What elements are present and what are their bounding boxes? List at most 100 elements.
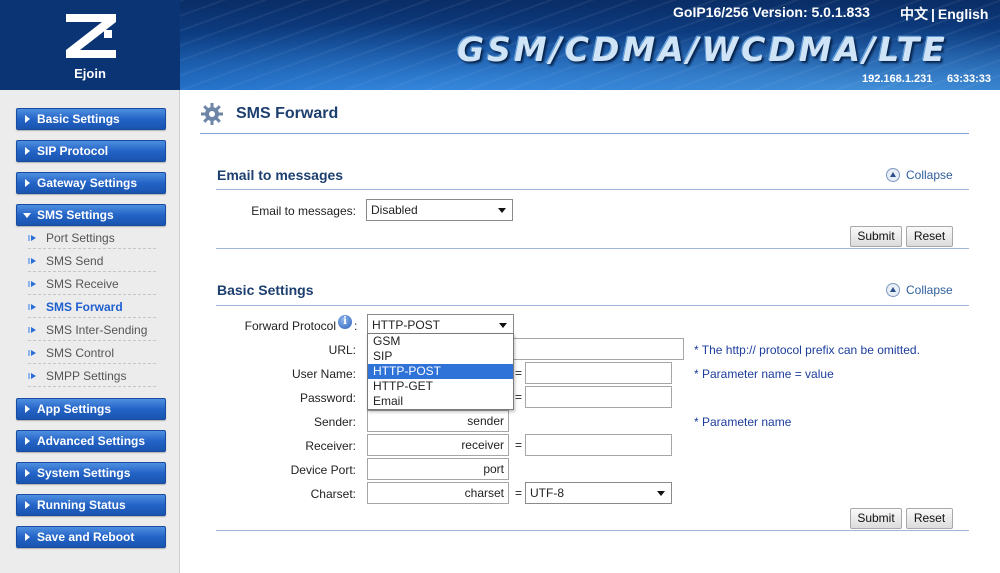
ip-address: 192.168.1.231 xyxy=(862,73,933,85)
device-port-label: Device Port: xyxy=(290,463,356,477)
sidebar-subitem-sms-receive[interactable]: SMS Receive xyxy=(28,273,156,295)
sidebar-subitem-sms-send[interactable]: SMS Send xyxy=(28,250,156,272)
password-value-input[interactable] xyxy=(525,386,672,408)
lang-chinese-link[interactable]: 中文 xyxy=(900,6,928,22)
subitem-label: SMS Receive xyxy=(46,277,119,291)
sender-input[interactable]: sender xyxy=(367,410,509,432)
sidebar-item-label: Basic Settings xyxy=(37,112,120,126)
sidebar-subitem-sms-forward[interactable]: SMS Forward xyxy=(28,296,156,318)
caret-down-icon xyxy=(657,491,665,496)
equals-sign: = xyxy=(515,366,523,380)
charset-label: Charset: xyxy=(310,487,356,501)
email-to-messages-select[interactable]: Disabled xyxy=(366,199,513,221)
select-value: HTTP-POST xyxy=(372,318,440,332)
sidebar-item-save-and-reboot[interactable]: Save and Reboot xyxy=(16,526,166,548)
colon: : xyxy=(354,319,358,333)
sidebar-subitem-port-settings[interactable]: Port Settings xyxy=(28,227,156,249)
param-hint: * Parameter name = value xyxy=(694,367,834,381)
divider xyxy=(216,189,969,190)
section-title-basic: Basic Settings xyxy=(217,282,314,298)
gear-icon xyxy=(201,103,223,125)
receiver-label: Receiver: xyxy=(305,439,356,453)
basic-submit-button[interactable]: Submit xyxy=(850,508,902,529)
url-hint: * The http:// protocol prefix can be omi… xyxy=(694,343,920,357)
email-reset-button[interactable]: Reset xyxy=(906,226,953,247)
divider xyxy=(216,305,969,306)
subitem-label: Port Settings xyxy=(46,231,115,245)
dropdown-option-gsm[interactable]: GSM xyxy=(368,334,513,349)
sidebar-item-sip-protocol[interactable]: SIP Protocol xyxy=(16,140,166,162)
lang-separator: | xyxy=(931,6,935,22)
dropdown-option-sip[interactable]: SIP xyxy=(368,349,513,364)
collapse-email-button[interactable]: Collapse xyxy=(886,168,953,182)
sidebar-subitem-smpp-settings[interactable]: SMPP Settings xyxy=(28,365,156,387)
subitem-label: SMS Inter-Sending xyxy=(46,323,148,337)
equals-sign: = xyxy=(515,486,523,500)
dropdown-option-http-get[interactable]: HTTP-GET xyxy=(368,379,513,394)
uptime-clock: 63:33:33 xyxy=(947,73,992,85)
forward-protocol-label: Forward Protocol xyxy=(244,319,336,333)
sidebar-item-label: Advanced Settings xyxy=(37,434,146,448)
collapse-label: Collapse xyxy=(906,168,953,182)
receiver-input[interactable]: receiver xyxy=(367,434,509,456)
divider xyxy=(216,248,969,249)
device-port-input[interactable]: port xyxy=(367,458,509,480)
bullet-icon xyxy=(28,373,36,379)
bullet-icon xyxy=(28,304,36,310)
equals-sign: = xyxy=(515,438,523,452)
logo-text: Ejoin xyxy=(74,66,106,81)
collapse-label: Collapse xyxy=(906,283,953,297)
divider xyxy=(216,530,969,531)
sidebar-item-label: App Settings xyxy=(37,402,111,416)
banner-title: GSM/CDMA/WCDMA/LTE xyxy=(457,30,948,69)
sidebar-subitem-sms-inter-sending[interactable]: SMS Inter-Sending xyxy=(28,319,156,341)
section-title-email: Email to messages xyxy=(217,167,344,183)
sidebar-subitem-sms-control[interactable]: SMS Control xyxy=(28,342,156,364)
chevron-down-icon xyxy=(23,213,31,218)
sidebar-item-system-settings[interactable]: System Settings xyxy=(16,462,166,484)
bullet-icon xyxy=(28,281,36,287)
email-to-messages-label: Email to messages: xyxy=(251,204,356,218)
dropdown-option-http-post[interactable]: HTTP-POST xyxy=(368,364,513,379)
dropdown-option-email[interactable]: Email xyxy=(368,394,513,409)
basic-reset-button[interactable]: Reset xyxy=(906,508,953,529)
select-value: UTF-8 xyxy=(530,486,564,500)
ejoin-logo-icon xyxy=(66,14,116,58)
chevron-right-icon xyxy=(25,437,30,445)
sidebar-item-label: Gateway Settings xyxy=(37,176,138,190)
username-value-input[interactable] xyxy=(525,362,672,384)
logo: Ejoin xyxy=(0,0,180,90)
email-submit-button[interactable]: Submit xyxy=(850,226,902,247)
subitem-label: SMS Control xyxy=(46,346,115,360)
chevron-right-icon xyxy=(25,147,30,155)
receiver-value-input[interactable] xyxy=(525,434,672,456)
equals-sign: = xyxy=(515,390,523,404)
chevron-right-icon xyxy=(25,533,30,541)
lang-english-link[interactable]: English xyxy=(938,6,989,22)
sidebar-item-advanced-settings[interactable]: Advanced Settings xyxy=(16,430,166,452)
sidebar-item-label: Running Status xyxy=(37,498,126,512)
sender-hint: * Parameter name xyxy=(694,415,792,429)
bullet-icon xyxy=(28,327,36,333)
sidebar-item-sms-settings[interactable]: SMS Settings xyxy=(16,204,166,226)
charset-input[interactable]: charset xyxy=(367,482,509,504)
sidebar-item-gateway-settings[interactable]: Gateway Settings xyxy=(16,172,166,194)
sidebar-item-label: Save and Reboot xyxy=(37,530,135,544)
chevron-right-icon xyxy=(25,179,30,187)
sidebar-item-running-status[interactable]: Running Status xyxy=(16,494,166,516)
sidebar: Basic Settings SIP Protocol Gateway Sett… xyxy=(0,90,180,573)
page-title: SMS Forward xyxy=(236,105,339,122)
charset-select[interactable]: UTF-8 xyxy=(525,482,672,504)
info-icon[interactable]: i xyxy=(338,315,352,329)
collapse-up-icon xyxy=(886,283,900,297)
sender-label: Sender: xyxy=(313,415,356,429)
collapse-basic-button[interactable]: Collapse xyxy=(886,283,953,297)
sidebar-item-label: System Settings xyxy=(37,466,131,480)
sidebar-item-basic-settings[interactable]: Basic Settings xyxy=(16,108,166,130)
header: Ejoin GoIP16/256 Version: 5.0.1.833 中文 | E… xyxy=(0,0,1000,90)
sidebar-item-label: SIP Protocol xyxy=(37,144,109,158)
bullet-icon xyxy=(28,258,36,264)
sidebar-item-app-settings[interactable]: App Settings xyxy=(16,398,166,420)
bullet-icon xyxy=(28,235,36,241)
caret-down-icon xyxy=(499,323,507,328)
